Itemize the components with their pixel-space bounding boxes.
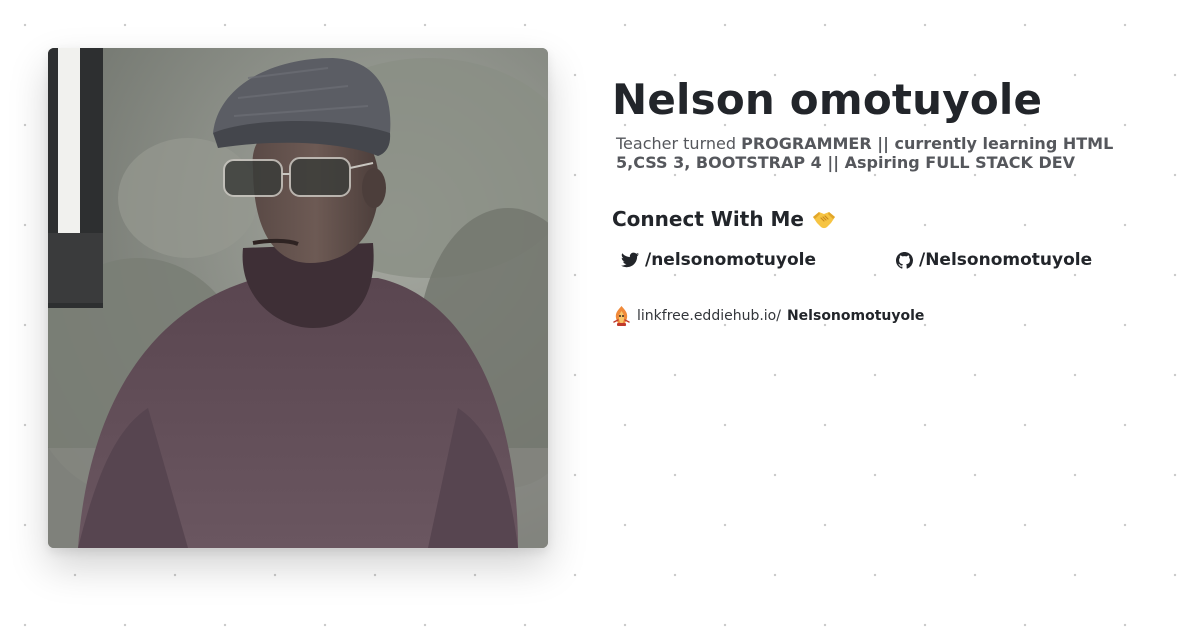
github-link[interactable]: /Nelsonomotuyole — [896, 248, 1092, 272]
handshake-icon — [812, 212, 835, 229]
social-links: /nelsonomotuyole /Nelsonomotuyole — [612, 248, 1152, 272]
profile-name: Nelson omotuyole — [612, 75, 1043, 124]
linkfree-domain: linkfree.eddiehub.io/ — [637, 308, 781, 324]
connect-heading-text: Connect With Me — [612, 207, 804, 231]
twitter-link[interactable]: /nelsonomotuyole — [621, 248, 816, 272]
profile-bio: Teacher turned PROGRAMMER || currently l… — [616, 134, 1121, 172]
twitter-icon — [621, 252, 639, 268]
github-icon — [896, 251, 913, 269]
linkfree-logo-icon — [613, 306, 630, 326]
linkfree-link[interactable]: linkfree.eddiehub.io/Nelsonomotuyole — [612, 305, 1152, 327]
connect-heading: Connect With Me — [612, 206, 1152, 232]
bio-prefix: Teacher turned — [616, 134, 742, 153]
linkfree-username: Nelsonomotuyole — [786, 308, 925, 324]
github-handle: /Nelsonomotuyole — [919, 250, 1093, 270]
twitter-handle: /nelsonomotuyole — [645, 250, 816, 270]
profile-photo — [48, 48, 548, 548]
profile-content: Nelson omotuyole Teacher turned PROGRAMM… — [612, 72, 1152, 327]
profile-photo-illustration — [48, 48, 548, 548]
